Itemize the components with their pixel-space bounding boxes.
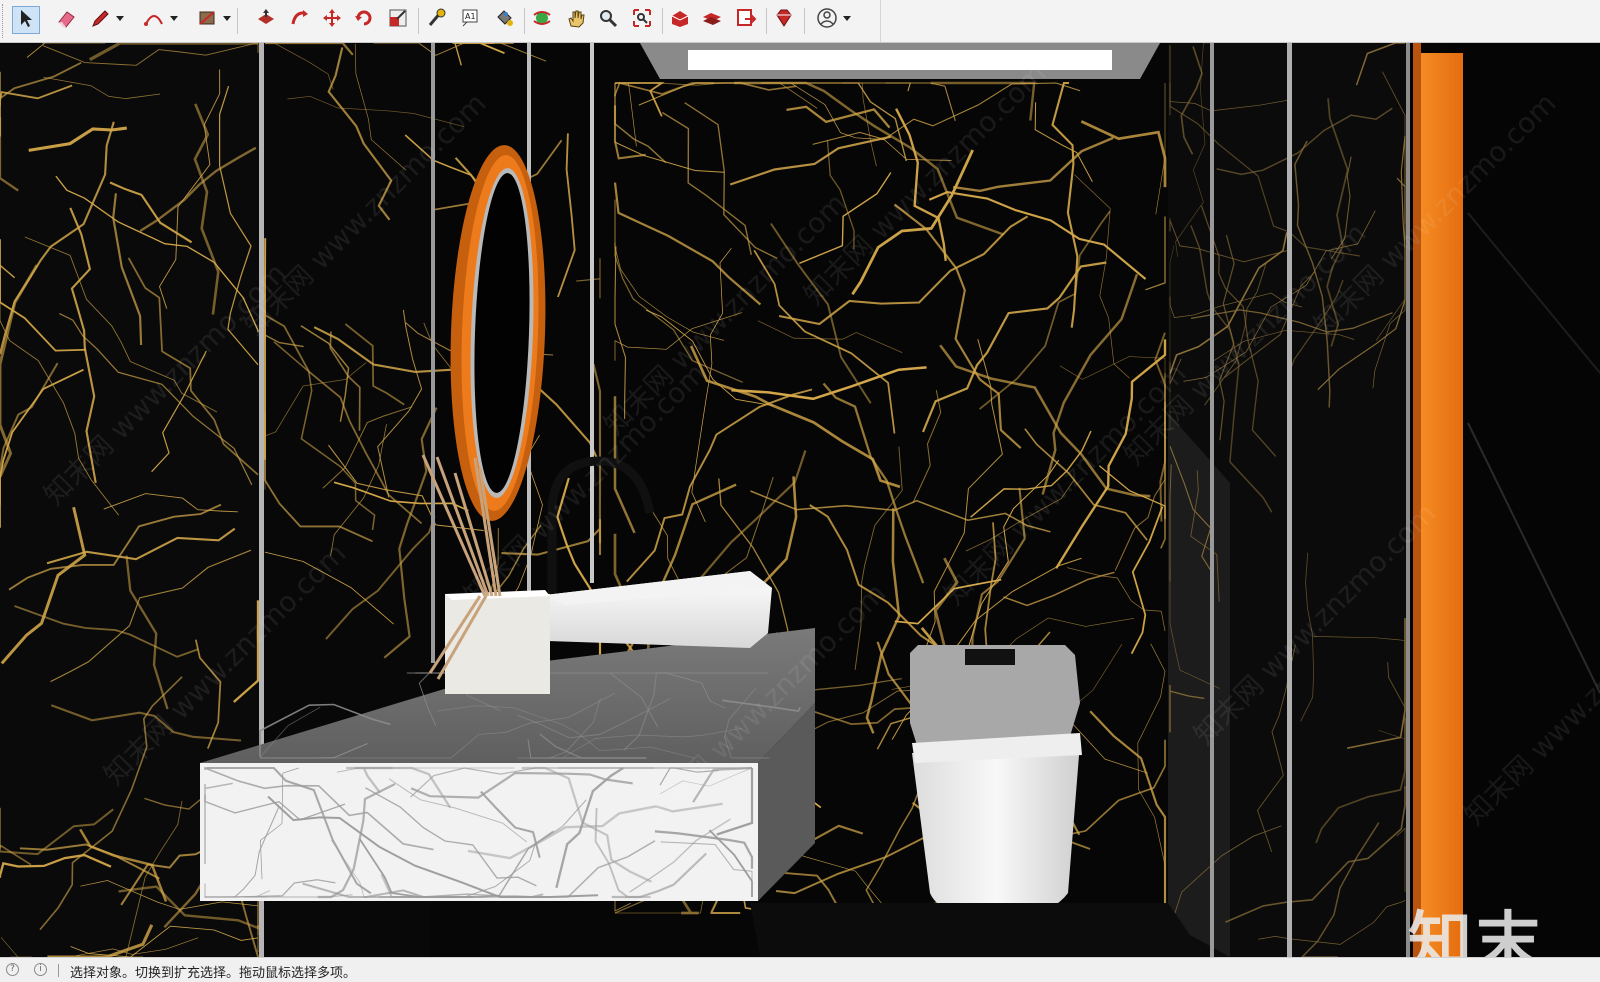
ceiling-light-strip <box>688 50 1112 70</box>
zoom-extents-tool[interactable] <box>628 6 656 34</box>
tape-measure-icon <box>425 7 447 33</box>
extension-warehouse-button[interactable] <box>770 6 798 34</box>
paint-bucket-tool[interactable] <box>490 6 518 34</box>
zoom-tool[interactable] <box>594 6 622 34</box>
magnifier-icon <box>597 7 619 33</box>
move-tool[interactable] <box>318 6 346 34</box>
watermark-logo: 知末 <box>1408 906 1544 957</box>
floor <box>750 903 1205 957</box>
eraser-icon <box>55 7 77 33</box>
rotate-tool[interactable] <box>350 6 378 34</box>
ruby-gem-icon <box>773 7 795 33</box>
push-pull-tool[interactable] <box>252 6 280 34</box>
account-button-dropdown-arrow[interactable] <box>843 16 851 21</box>
rectangle-icon <box>196 7 218 33</box>
arc-tool-dropdown-arrow[interactable] <box>170 16 178 21</box>
toolbar-separator <box>662 8 663 34</box>
toolbar-edge <box>880 0 881 42</box>
trim-5 <box>1210 43 1214 957</box>
pan-tool[interactable] <box>562 6 590 34</box>
line-tool[interactable] <box>86 6 114 34</box>
send-layout-icon <box>735 7 757 33</box>
user-circle-icon <box>816 7 838 33</box>
follow-me-tool[interactable] <box>286 6 314 34</box>
send-to-layout-button[interactable] <box>732 6 760 34</box>
toolbar-separator <box>804 8 805 34</box>
toolbar-separator <box>524 8 525 34</box>
eraser-tool[interactable] <box>52 6 80 34</box>
trim-6 <box>1287 43 1292 957</box>
warehouse-icon <box>669 7 691 33</box>
status-separator <box>58 964 59 977</box>
main-toolbar: A1 <box>0 0 1600 43</box>
text-a1-icon: A1 <box>459 7 481 33</box>
hand-icon <box>565 7 587 33</box>
toolbar-separator <box>418 8 419 34</box>
components-button[interactable] <box>698 6 726 34</box>
move-arrows-icon <box>321 7 343 33</box>
3d-viewport[interactable]: 知末网 www.znzmo.com 知末网 www.znzmo.com 知末网 ww… <box>0 43 1600 957</box>
orbit-icon <box>531 7 553 33</box>
geo-location-icon[interactable]: ? <box>6 963 19 976</box>
orbit-tool[interactable] <box>528 6 556 34</box>
rectangle-tool[interactable] <box>193 6 221 34</box>
text-tool[interactable]: A1 <box>456 6 484 34</box>
account-button[interactable] <box>813 6 841 34</box>
toolbar-separator <box>766 8 767 34</box>
diffuser-box <box>445 594 550 694</box>
pencil-icon <box>89 7 111 33</box>
zoom-extents-icon <box>631 7 653 33</box>
rotate-icon <box>353 7 375 33</box>
toilet-bowl <box>912 743 1080 919</box>
info-icon[interactable]: i <box>34 963 47 976</box>
push-pull-icon <box>255 7 277 33</box>
scale-tool[interactable] <box>384 6 412 34</box>
toolbar-grip[interactable] <box>2 4 6 38</box>
arrow-cursor-icon <box>15 7 37 33</box>
toilet-panel <box>965 649 1015 665</box>
line-tool-dropdown-arrow[interactable] <box>116 16 124 21</box>
arc-tool[interactable] <box>140 6 168 34</box>
scale-icon <box>387 7 409 33</box>
status-bar: ? i 选择对象。切换到扩充选择。拖动鼠标选择多项。 <box>0 957 1600 982</box>
toolbar-separator <box>237 8 238 34</box>
right-wall-shadow <box>1168 413 1230 957</box>
rectangle-tool-dropdown-arrow[interactable] <box>223 16 231 21</box>
arc-icon <box>143 7 165 33</box>
status-message: 选择对象。切换到扩充选择。拖动鼠标选择多项。 <box>70 966 357 981</box>
components-icon <box>701 7 723 33</box>
bathroom-scene <box>0 43 1600 957</box>
tape-measure-tool[interactable] <box>422 6 450 34</box>
svg-text:A1: A1 <box>465 12 476 21</box>
follow-me-icon <box>289 7 311 33</box>
select-tool[interactable] <box>12 6 40 34</box>
3d-warehouse-button[interactable] <box>666 6 694 34</box>
paint-bucket-icon <box>493 7 515 33</box>
